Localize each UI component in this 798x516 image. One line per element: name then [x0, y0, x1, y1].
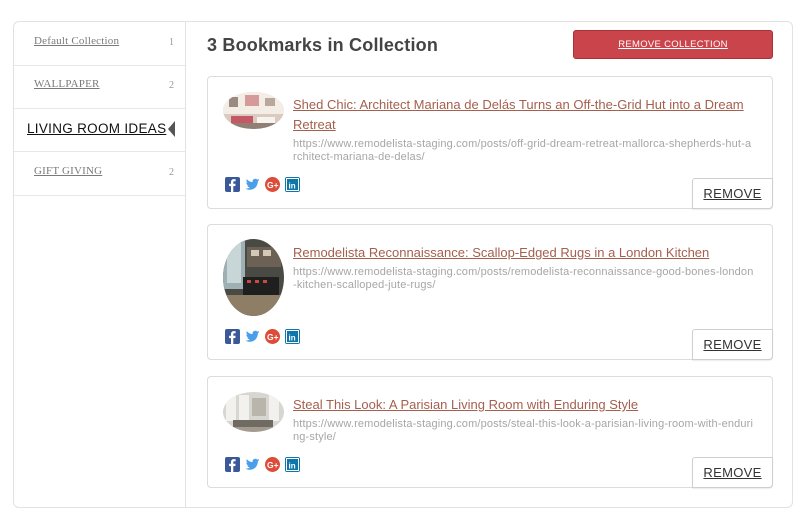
active-indicator-icon — [168, 121, 175, 137]
sidebar-item-label: Default Collection — [34, 35, 120, 47]
sidebar-item-wallpaper[interactable]: WALLPAPER 2 — [14, 65, 185, 109]
collections-sidebar: Default Collection 1 WALLPAPER 2 LIVING … — [14, 22, 186, 507]
sidebar-item-default-collection[interactable]: Default Collection 1 — [14, 22, 185, 66]
sidebar-item-label: GIFT GIVING — [34, 165, 103, 177]
sidebar-item-label: WALLPAPER — [34, 78, 100, 90]
bookmark-thumbnail[interactable] — [223, 239, 284, 316]
page-title: 3 Bookmarks in Collection — [207, 35, 439, 55]
bookmark-url: https://www.remodelista-staging.com/post… — [293, 138, 752, 163]
google-plus-icon[interactable]: G+ — [265, 329, 280, 344]
bookmark-title-link[interactable]: Shed Chic: Architect Mariana de Delás Tu… — [293, 95, 754, 135]
google-plus-icon[interactable]: G+ — [265, 177, 280, 192]
bookmarks-panel: Default Collection 1 WALLPAPER 2 LIVING … — [13, 21, 793, 508]
share-icons: G+ in — [225, 177, 305, 193]
remove-bookmark-button[interactable]: REMOVE — [692, 178, 773, 209]
sidebar-item-count: 1 — [169, 37, 174, 48]
svg-text:in: in — [289, 182, 296, 191]
google-plus-icon[interactable]: G+ — [265, 457, 280, 472]
twitter-icon[interactable] — [245, 329, 260, 344]
linkedin-icon[interactable]: in — [285, 329, 300, 344]
bookmark-card: Remodelista Reconnaissance: Scallop-Edge… — [207, 224, 773, 360]
remove-bookmark-button[interactable]: REMOVE — [692, 329, 773, 360]
bookmark-title-link[interactable]: Remodelista Reconnaissance: Scallop-Edge… — [293, 243, 754, 263]
bookmark-url: https://www.remodelista-staging.com/post… — [293, 266, 754, 291]
share-icons: G+ in — [225, 457, 305, 473]
svg-text:G+: G+ — [267, 180, 279, 190]
linkedin-icon[interactable]: in — [285, 177, 300, 192]
sidebar-item-count: 2 — [169, 167, 174, 178]
svg-text:in: in — [289, 334, 296, 343]
twitter-icon[interactable] — [245, 457, 260, 472]
remove-collection-button[interactable]: REMOVE COLLECTION — [573, 30, 773, 59]
svg-text:G+: G+ — [267, 460, 279, 470]
bookmark-card: Shed Chic: Architect Mariana de Delás Tu… — [207, 76, 773, 209]
bookmark-url: https://www.remodelista-staging.com/post… — [293, 418, 754, 443]
twitter-icon[interactable] — [245, 177, 260, 192]
sidebar-item-living-room-ideas[interactable]: LIVING ROOM IDEAS — [14, 108, 185, 152]
facebook-icon[interactable] — [225, 457, 240, 472]
bookmark-thumbnail[interactable] — [223, 92, 284, 129]
remove-bookmark-button[interactable]: REMOVE — [692, 457, 773, 488]
facebook-icon[interactable] — [225, 329, 240, 344]
sidebar-item-gift-giving[interactable]: GIFT GIVING 2 — [14, 152, 185, 196]
linkedin-icon[interactable]: in — [285, 457, 300, 472]
bookmark-card: Steal This Look: A Parisian Living Room … — [207, 376, 773, 488]
svg-text:G+: G+ — [267, 332, 279, 342]
svg-text:in: in — [289, 462, 296, 471]
share-icons: G+ in — [225, 329, 305, 345]
sidebar-item-label: LIVING ROOM IDEAS — [27, 121, 167, 136]
bookmark-thumbnail[interactable] — [223, 392, 284, 432]
sidebar-item-count: 2 — [169, 80, 174, 91]
bookmark-title-link[interactable]: Steal This Look: A Parisian Living Room … — [293, 395, 754, 415]
facebook-icon[interactable] — [225, 177, 240, 192]
